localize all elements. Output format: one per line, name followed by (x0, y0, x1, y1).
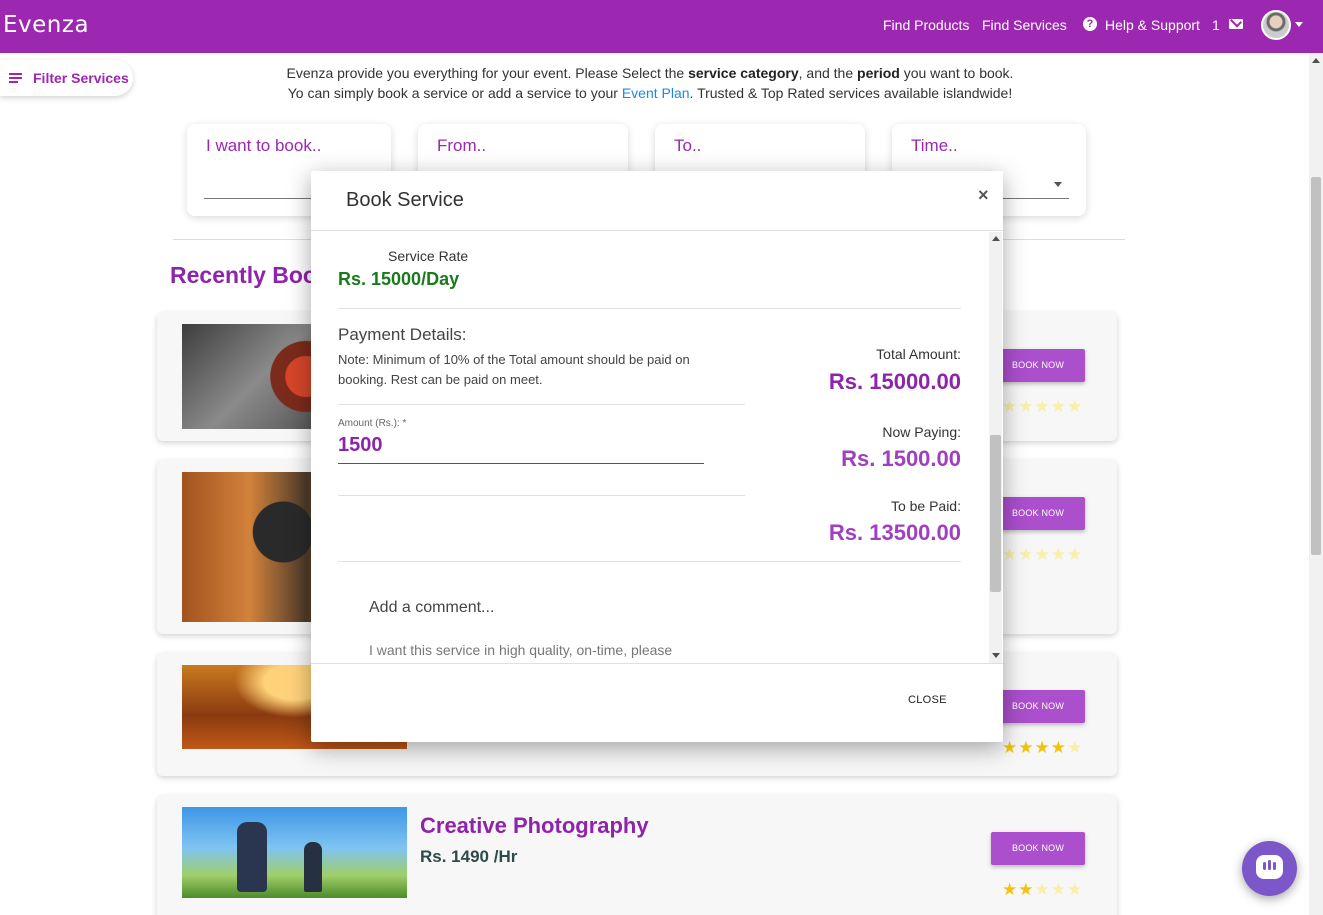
modal-body: Service Rate Rs. 15000/Day Payment Detai… (311, 232, 1003, 663)
divider (338, 308, 961, 309)
scroll-up-arrow[interactable] (992, 236, 1000, 241)
service-card: Creative Photography Rs. 1490 /Hr BOOK N… (157, 795, 1117, 915)
total-amount-value: Rs. 15000.00 (828, 369, 961, 394)
divider (338, 561, 961, 562)
amount-label: Amount (Rs.): * (338, 418, 407, 429)
service-image[interactable] (182, 807, 407, 898)
amount-input-underline (338, 463, 704, 464)
menu-list-icon (9, 73, 22, 83)
book-category-label: I want to book.. (206, 136, 322, 155)
help-circle-icon: ? (1083, 17, 1097, 31)
service-rate-value: Rs. 15000/Day (338, 269, 460, 289)
divider (338, 404, 745, 405)
book-service-modal: Book Service × Service Rate Rs. 15000/Da… (311, 171, 1003, 742)
modal-header: Book Service × (311, 171, 1003, 231)
from-date-label: From.. (437, 136, 487, 155)
intro-bold-period: period (857, 65, 900, 81)
chat-button[interactable] (1242, 841, 1297, 896)
close-icon[interactable]: × (978, 185, 989, 206)
star-rating: ★★★★★ (1002, 738, 1084, 757)
message-count[interactable]: 1 (1212, 17, 1220, 33)
intro-text-part: Evenza provide you everything for your e… (286, 65, 689, 81)
intro-bold-service-category: service category (688, 65, 799, 81)
service-title[interactable]: Creative Photography (420, 813, 649, 839)
modal-scrollbar-thumb[interactable] (990, 435, 1001, 592)
caret-down-icon[interactable] (1054, 182, 1062, 187)
nav-help-support[interactable]: Help & Support (1105, 17, 1200, 33)
intro-text: Evenza provide you everything for your e… (250, 63, 1050, 103)
star-rating: ★★★★★ (1002, 880, 1084, 899)
service-price: Rs. 1490 /Hr (420, 847, 518, 866)
payment-details-heading: Payment Details: (338, 325, 467, 344)
comment-label: Add a comment... (369, 599, 495, 616)
payment-note: Note: Minimum of 10% of the Total amount… (338, 352, 690, 387)
modal-title: Book Service (346, 189, 464, 211)
brand-logo[interactable]: Evenza (3, 12, 89, 38)
to-be-paid-label: To be Paid: (890, 498, 961, 514)
intro-text-part: you want to book. (899, 65, 1014, 81)
now-paying-value: Rs. 1500.00 (841, 446, 961, 471)
scroll-down-arrow[interactable] (992, 653, 1000, 658)
time-label: Time.. (911, 136, 958, 155)
book-now-button[interactable]: BOOK NOW (991, 497, 1085, 530)
nav-find-products[interactable]: Find Products (883, 17, 969, 33)
intro-text-part: . Trusted & Top Rated services available… (689, 85, 1013, 101)
now-paying-label: Now Paying: (882, 424, 961, 440)
avatar[interactable] (1261, 10, 1291, 40)
book-now-button[interactable]: BOOK NOW (991, 690, 1085, 723)
book-now-button[interactable]: BOOK NOW (991, 832, 1085, 865)
top-navbar: Evenza Find Products Find Services ? Hel… (0, 0, 1323, 53)
intro-text-part: Yo can simply book a service or add a se… (287, 85, 622, 101)
filter-services-button[interactable]: Filter Services (0, 60, 133, 96)
comment-textarea[interactable]: I want this service in high quality, on-… (369, 642, 672, 658)
envelope-icon[interactable] (1229, 19, 1243, 29)
filter-label: Filter Services (33, 70, 129, 86)
star-rating: ★★★★★ (1002, 397, 1084, 416)
close-button[interactable]: CLOSE (908, 694, 947, 706)
intro-text-part: , and the (798, 65, 858, 81)
caret-down-icon[interactable] (1295, 22, 1303, 27)
to-be-paid-value: Rs. 13500.00 (828, 520, 961, 545)
chat-icon (1256, 855, 1283, 879)
book-now-button[interactable]: BOOK NOW (991, 349, 1085, 382)
modal-footer: CLOSE (311, 663, 1003, 742)
total-amount-label: Total Amount: (876, 346, 961, 362)
star-rating: ★★★★★ (1002, 545, 1084, 564)
service-rate-label: Service Rate (388, 248, 469, 264)
divider (338, 495, 745, 496)
amount-input[interactable]: 1500 (338, 434, 383, 457)
to-date-label: To.. (674, 136, 702, 155)
page-scrollbar-thumb[interactable] (1311, 177, 1321, 555)
nav-find-services[interactable]: Find Services (982, 17, 1067, 33)
scroll-up-arrow[interactable] (1312, 58, 1320, 63)
event-plan-link[interactable]: Event Plan (622, 85, 690, 101)
